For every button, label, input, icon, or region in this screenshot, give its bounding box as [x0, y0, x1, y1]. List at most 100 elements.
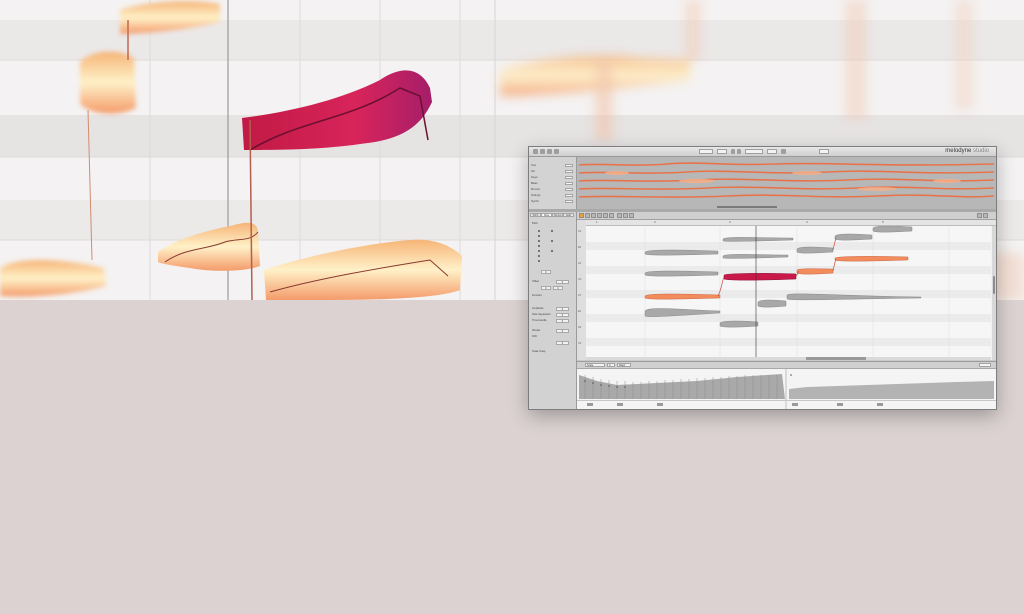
note-blob[interactable] [719, 320, 759, 328]
tab-edit[interactable]: Edit [563, 213, 574, 217]
note-blob[interactable] [834, 233, 873, 241]
selected-note[interactable] [723, 273, 797, 281]
option-dot[interactable] [538, 240, 540, 242]
option-dot[interactable] [551, 230, 553, 232]
inspector-field[interactable]: 0 [541, 270, 551, 274]
track-row[interactable]: Gtr [531, 169, 573, 174]
track-waveform-overview[interactable] [577, 157, 996, 209]
inspector-label: Vibrato [532, 329, 541, 332]
note-blob[interactable] [644, 270, 719, 277]
track-row[interactable]: Drums [531, 187, 573, 192]
option-dot[interactable] [538, 260, 540, 262]
key-label: G3 [578, 278, 582, 281]
key-label: E3 [578, 310, 582, 313]
stop-button[interactable] [540, 149, 545, 154]
selected-note[interactable] [644, 293, 721, 300]
inspector-field[interactable]: 0 [553, 286, 563, 290]
inspector-field[interactable]: 0 [556, 313, 569, 317]
scroll-tool-button[interactable] [623, 213, 628, 218]
record-button[interactable] [547, 149, 552, 154]
note-blob[interactable] [796, 246, 834, 254]
option-dot[interactable] [538, 255, 540, 257]
tempo-field[interactable] [699, 149, 713, 154]
scroll-thumb[interactable] [993, 276, 995, 294]
key-label: F3 [578, 294, 581, 297]
key-label: C3 [578, 342, 582, 345]
inspector-label: Amplitude [532, 307, 544, 310]
inspector-panel: Pitch Note Tempo Edit Pitch 0 Offset 0 0… [529, 212, 577, 409]
main-tool-button[interactable] [579, 213, 584, 218]
inspector-field[interactable]: 0 [556, 341, 569, 345]
loop-button[interactable] [554, 149, 559, 154]
option-dot[interactable] [551, 250, 553, 252]
option-dot[interactable] [538, 250, 540, 252]
mode-field[interactable]: Major [617, 363, 631, 367]
track-row[interactable]: Strings [531, 193, 573, 198]
ruler-marker: 3 [729, 220, 731, 224]
pitch-tool-button[interactable] [585, 213, 590, 218]
inspector-label: Scale Snap [532, 350, 546, 353]
scroll-thumb[interactable] [806, 357, 866, 360]
title-bar: melodyne studio [529, 147, 996, 157]
inspector-toggle-button[interactable] [983, 213, 988, 218]
track-row[interactable]: Keys [531, 175, 573, 180]
tab-pitch[interactable]: Pitch [530, 213, 541, 217]
time-tool-button[interactable] [603, 213, 608, 218]
tab-note[interactable]: Note [541, 213, 552, 217]
position-field[interactable] [745, 149, 763, 154]
tab-tempo[interactable]: Tempo [552, 213, 563, 217]
scale-field[interactable]: Scale [585, 363, 605, 367]
selected-note[interactable] [796, 268, 834, 275]
snap-tool-button[interactable] [629, 213, 634, 218]
inspector-label: Time Handle [532, 319, 547, 322]
inspector-field[interactable]: 0 [556, 280, 569, 284]
vertical-scrollbar[interactable] [992, 226, 996, 360]
key-field[interactable]: C [607, 363, 615, 367]
inspector-field[interactable]: 0 [541, 286, 551, 290]
amplitude-tool-button[interactable] [597, 213, 602, 218]
detail-panel: Scale C Major [577, 361, 996, 410]
zoom-field[interactable] [767, 149, 777, 154]
key-label: C4 [578, 230, 582, 233]
option-dot[interactable] [538, 235, 540, 237]
inspector-field[interactable]: 0 [556, 307, 569, 311]
ruler-marker: 5 [882, 220, 884, 224]
amplitude-display[interactable] [577, 369, 996, 410]
note-grid[interactable] [586, 226, 991, 360]
note-blob[interactable] [757, 299, 787, 308]
option-dot[interactable] [551, 240, 553, 242]
track-row[interactable]: Bass [531, 181, 573, 186]
separation-tool-button[interactable] [609, 213, 614, 218]
track-row[interactable]: Synth [531, 199, 573, 204]
note-blob[interactable] [872, 226, 913, 233]
view-options-button[interactable] [977, 213, 982, 218]
track-row[interactable]: Vox [531, 163, 573, 168]
inspector-label: Note Separation [532, 313, 551, 316]
key-label: D3 [578, 326, 582, 329]
option-dot[interactable] [538, 230, 540, 232]
formant-tool-button[interactable] [591, 213, 596, 218]
zoom-tool-button[interactable] [617, 213, 622, 218]
app-title: melodyne studio [945, 148, 989, 154]
play-button[interactable] [533, 149, 538, 154]
inspector-label: Drift [532, 335, 537, 338]
option-dot[interactable] [538, 245, 540, 247]
signature-field[interactable] [717, 149, 727, 154]
panel-options-field[interactable] [979, 363, 991, 367]
key-label: A3 [578, 262, 582, 265]
selected-note[interactable] [834, 256, 909, 262]
detail-toolbar: Scale C Major [577, 362, 996, 369]
transport-forward-button[interactable] [737, 149, 741, 154]
inspector-label: Formant [532, 294, 542, 297]
inspector-field[interactable]: 0 [556, 319, 569, 323]
note-blob[interactable] [644, 249, 719, 256]
track-overview-area: Vox Gtr Keys Bass Drums Strings Synth [529, 157, 996, 209]
melodyne-window: melodyne studio Vox Gtr Keys Bass Drums … [528, 146, 997, 410]
ruler-marker: 1 [596, 220, 598, 224]
settings-button[interactable] [781, 149, 786, 154]
horizontal-scrollbar[interactable] [586, 357, 991, 360]
inspector-field[interactable]: 0 [556, 329, 569, 333]
key-field[interactable] [819, 149, 829, 154]
transport-rewind-button[interactable] [731, 149, 735, 154]
ruler-marker: 4 [806, 220, 808, 224]
